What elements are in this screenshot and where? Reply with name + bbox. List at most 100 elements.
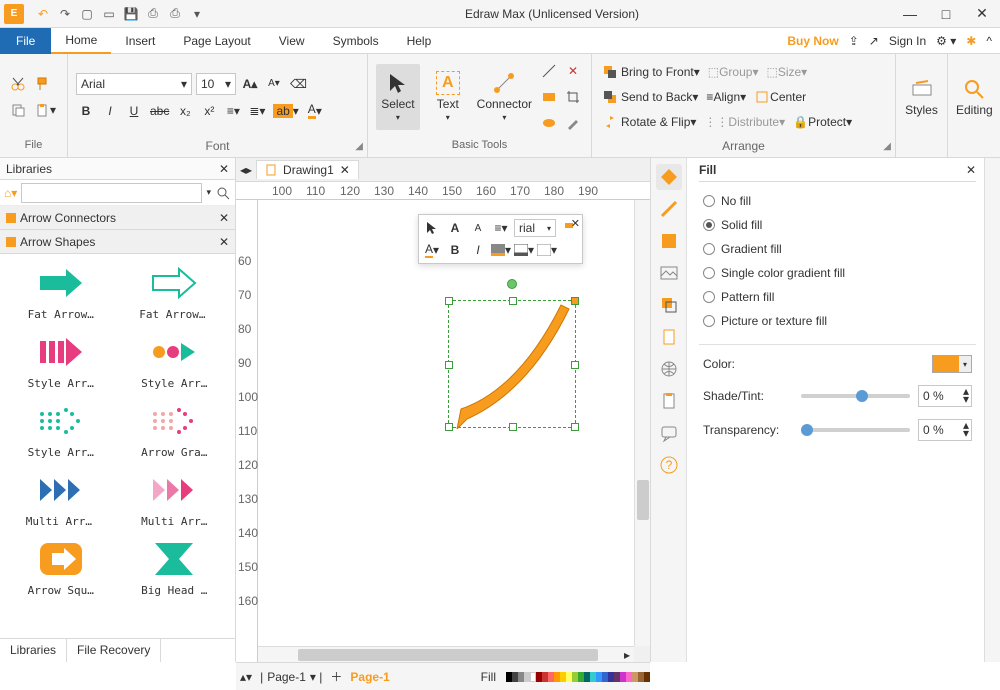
vertical-scroll-thumb[interactable] xyxy=(637,480,649,520)
shape-item[interactable]: Arrow Gra… xyxy=(120,398,230,459)
paste-button[interactable]: ▾ xyxy=(32,100,58,120)
group-button[interactable]: ⬚ Group ▾ xyxy=(706,62,761,82)
shape-item[interactable]: Style Arr… xyxy=(6,329,116,390)
close-category-icon[interactable]: ✕ xyxy=(219,235,229,249)
highlight-button[interactable]: ab▾ xyxy=(271,101,300,121)
rectangle-tool-button[interactable] xyxy=(539,87,559,107)
fill-option-solid[interactable]: Solid fill xyxy=(703,218,972,232)
shade-slider[interactable] xyxy=(801,394,910,398)
shape-item[interactable]: Fat Arrow 2 xyxy=(120,260,230,321)
tab-view[interactable]: View xyxy=(265,28,319,54)
web-tab-icon[interactable] xyxy=(656,356,682,382)
italic-button[interactable]: I xyxy=(100,101,120,121)
gear-icon[interactable]: ⚙ ▾ xyxy=(936,34,956,48)
shape-item[interactable]: Style Arr… xyxy=(6,398,116,459)
fill-scrollbar[interactable] xyxy=(984,158,1000,662)
distribute-button[interactable]: ⋮⋮ Distribute ▾ xyxy=(702,112,787,132)
search-icon[interactable] xyxy=(215,185,231,201)
font-color-button[interactable]: A▾ xyxy=(305,101,325,121)
sign-in-link[interactable]: Sign In xyxy=(889,34,926,48)
picture-tab-icon[interactable] xyxy=(656,260,682,286)
rotation-handle[interactable] xyxy=(507,279,517,289)
save-button[interactable]: 💾 xyxy=(122,5,140,23)
float-font-combo[interactable]: rial▾ xyxy=(514,219,556,237)
export-icon[interactable]: ⇪ xyxy=(849,34,859,48)
redo-button[interactable]: ↷ xyxy=(56,5,74,23)
float-font-color[interactable]: A▾ xyxy=(422,240,442,260)
font-size-combo[interactable]: 10▾ xyxy=(196,73,236,95)
shape-item[interactable]: Big Head … xyxy=(120,536,230,597)
bring-front-button[interactable]: Bring to Front ▾ xyxy=(600,62,702,82)
fill-option-texture[interactable]: Picture or texture fill xyxy=(703,314,972,328)
horizontal-scroll-thumb[interactable] xyxy=(298,649,598,661)
fill-option-gradient[interactable]: Gradient fill xyxy=(703,242,972,256)
print-button[interactable]: ⎙ xyxy=(166,5,184,23)
protect-button[interactable]: 🔒 Protect ▾ xyxy=(791,112,854,132)
scroll-right-icon[interactable]: ▸ xyxy=(620,648,634,662)
canvas[interactable]: ✕ A A ≡▾ rial▾ A▾ B I ▾ ▾ ▾ xyxy=(258,200,634,646)
help-tab-icon[interactable]: ? xyxy=(656,452,682,478)
copy-button[interactable] xyxy=(8,100,28,120)
select-tool-button[interactable]: Select▾ xyxy=(376,64,420,130)
layer-tab-icon[interactable] xyxy=(656,292,682,318)
comment-tab-icon[interactable] xyxy=(656,420,682,446)
line-tool-button[interactable] xyxy=(539,61,559,81)
selection-box[interactable] xyxy=(448,300,576,428)
float-select-icon[interactable] xyxy=(422,218,442,238)
options-icon[interactable]: ✱ xyxy=(966,34,976,48)
cut-button[interactable] xyxy=(8,74,28,94)
close-button[interactable]: ✕ xyxy=(964,0,1000,28)
shape-item[interactable]: Multi Arr… xyxy=(120,467,230,528)
crop-button[interactable] xyxy=(563,87,583,107)
delete-button[interactable]: ✕ xyxy=(563,61,583,81)
bold-button[interactable]: B xyxy=(76,101,96,121)
libraries-close-button[interactable]: ✕ xyxy=(219,162,229,176)
fill-close-button[interactable]: ✕ xyxy=(966,163,976,177)
trans-spin[interactable]: 0 %▴▾ xyxy=(918,419,972,441)
tab-file[interactable]: File xyxy=(0,28,51,54)
shadow-tab-icon[interactable] xyxy=(656,228,682,254)
fill-option-single-gradient[interactable]: Single color gradient fill xyxy=(703,266,972,280)
trans-slider[interactable] xyxy=(801,428,910,432)
page-add-button[interactable]: ＋ xyxy=(330,668,342,685)
float-shrink-font[interactable]: A xyxy=(468,218,488,238)
font-family-combo[interactable]: Arial▾ xyxy=(76,73,192,95)
doc-tab-nav[interactable]: ◂▸ xyxy=(240,163,252,177)
eyedropper-button[interactable] xyxy=(563,113,583,133)
buy-now-link[interactable]: Buy Now xyxy=(787,34,838,48)
shape-item[interactable]: Fat Arrow… xyxy=(6,260,116,321)
open-button[interactable]: ▭ xyxy=(100,5,118,23)
float-bold[interactable]: B xyxy=(445,240,465,260)
undo-button[interactable]: ↶ xyxy=(34,5,52,23)
tab-file-recovery[interactable]: File Recovery xyxy=(67,639,161,662)
float-italic[interactable]: I xyxy=(468,240,488,260)
float-fill-color[interactable]: ▾ xyxy=(491,240,511,260)
color-picker[interactable]: ▾ xyxy=(932,355,972,373)
font-dialog-launcher[interactable]: ◢ xyxy=(355,141,363,152)
number-list-button[interactable]: ≣▾ xyxy=(247,101,267,121)
close-category-icon[interactable]: ✕ xyxy=(219,211,229,225)
qat-more-button[interactable]: ▾ xyxy=(188,5,206,23)
page-tab-dropdown[interactable]: | Page-1 ▾ | xyxy=(252,668,330,686)
minimize-button[interactable]: — xyxy=(892,0,928,28)
float-line-color[interactable]: ▾ xyxy=(514,240,534,260)
horizontal-scrollbar[interactable]: ▸ xyxy=(258,646,634,662)
format-painter-button[interactable] xyxy=(32,74,52,94)
shape-item[interactable]: Multi Arrow xyxy=(6,467,116,528)
fill-tab-icon[interactable] xyxy=(656,164,682,190)
color-palette-strip[interactable] xyxy=(506,672,650,682)
saveas-button[interactable]: ⎙ xyxy=(144,5,162,23)
bullet-list-button[interactable]: ≡▾ xyxy=(223,101,243,121)
float-grow-font[interactable]: A xyxy=(445,218,465,238)
fill-option-none[interactable]: No fill xyxy=(703,194,972,208)
text-tool-button[interactable]: AText▾ xyxy=(426,64,470,130)
superscript-button[interactable]: x² xyxy=(199,101,219,121)
line-tab-icon[interactable] xyxy=(656,196,682,222)
library-category-arrow-connectors[interactable]: Arrow Connectors✕ xyxy=(0,206,235,230)
fill-option-pattern[interactable]: Pattern fill xyxy=(703,290,972,304)
styles-button[interactable]: Styles xyxy=(904,64,939,130)
editing-button[interactable]: Editing xyxy=(956,64,993,130)
library-search-input[interactable] xyxy=(21,183,202,203)
tab-symbols[interactable]: Symbols xyxy=(319,28,393,54)
shape-item[interactable]: Style Arr… xyxy=(120,329,230,390)
